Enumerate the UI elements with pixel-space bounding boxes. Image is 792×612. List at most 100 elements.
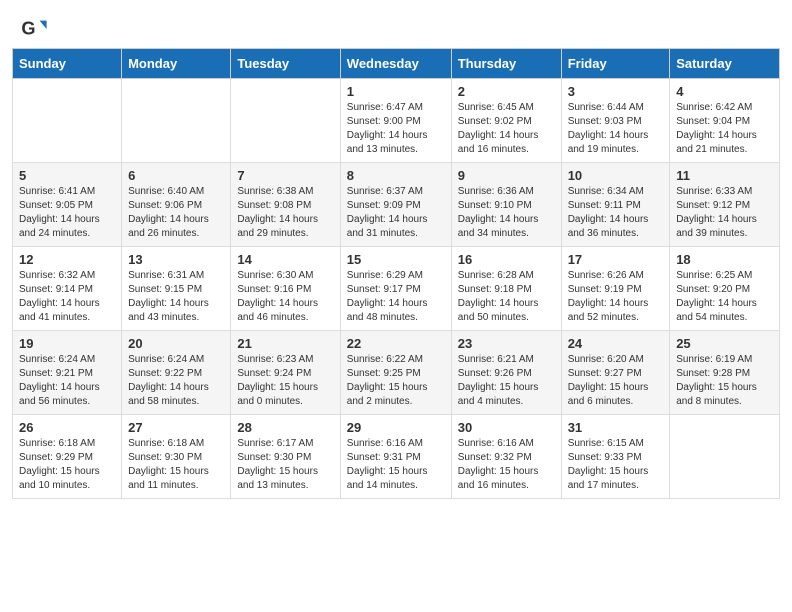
day-number: 22	[347, 336, 445, 351]
day-info: Sunrise: 6:19 AM Sunset: 9:28 PM Dayligh…	[676, 353, 773, 409]
day-info: Sunrise: 6:40 AM Sunset: 9:06 PM Dayligh…	[128, 185, 224, 241]
day-cell-3: 3Sunrise: 6:44 AM Sunset: 9:03 PM Daylig…	[561, 79, 670, 163]
day-cell-13: 13 Sunrise: 6:31 AM Sunset: 9:15 PM Dayli…	[122, 247, 231, 331]
day-info: Sunrise: 6:17 AM Sunset: 9:30 PM Dayligh…	[237, 437, 333, 493]
weekday-header-thursday: Thursday	[451, 49, 561, 79]
day-number: 5	[19, 168, 115, 183]
day-number: 19	[19, 336, 115, 351]
page-header: G	[0, 0, 792, 48]
day-number: 10	[568, 168, 664, 183]
weekday-header-saturday: Saturday	[670, 49, 780, 79]
empty-cell	[231, 79, 340, 163]
day-info: Sunrise: 6:41 AM Sunset: 9:05 PM Dayligh…	[19, 185, 115, 241]
day-info: Sunrise: 6:47 AM Sunset: 9:00 PM Dayligh…	[347, 101, 445, 157]
day-cell-1: 1 Sunrise: 6:47 AM Sunset: 9:00 PM Daylig…	[340, 79, 451, 163]
day-info: Sunrise: 6:33 AM Sunset: 9:12 PM Dayligh…	[676, 185, 773, 241]
day-number: 21	[237, 336, 333, 351]
week-row-5: 26 Sunrise: 6:18 AM Sunset: 9:29 PM Dayli…	[13, 415, 780, 499]
day-cell-28: 28 Sunrise: 6:17 AM Sunset: 9:30 PM Dayli…	[231, 415, 340, 499]
day-info: Sunrise: 6:26 AM Sunset: 9:19 PM Dayligh…	[568, 269, 664, 325]
day-number: 17	[568, 252, 664, 267]
weekday-header-wednesday: Wednesday	[340, 49, 451, 79]
day-info: Sunrise: 6:15 AM Sunset: 9:33 PM Dayligh…	[568, 437, 664, 493]
day-number: 8	[347, 168, 445, 183]
day-info: Sunrise: 6:18 AM Sunset: 9:29 PM Dayligh…	[19, 437, 115, 493]
day-info: Sunrise: 6:31 AM Sunset: 9:15 PM Dayligh…	[128, 269, 224, 325]
day-cell-20: 20 Sunrise: 6:24 AM Sunset: 9:22 PM Dayli…	[122, 331, 231, 415]
weekday-header-monday: Monday	[122, 49, 231, 79]
day-cell-24: 24Sunrise: 6:20 AM Sunset: 9:27 PM Dayli…	[561, 331, 670, 415]
empty-cell	[13, 79, 122, 163]
day-number: 2	[458, 84, 555, 99]
day-cell-7: 7Sunrise: 6:38 AM Sunset: 9:08 PM Daylig…	[231, 163, 340, 247]
day-number: 9	[458, 168, 555, 183]
day-cell-29: 29 Sunrise: 6:16 AM Sunset: 9:31 PM Dayli…	[340, 415, 451, 499]
day-info: Sunrise: 6:30 AM Sunset: 9:16 PM Dayligh…	[237, 269, 333, 325]
day-info: Sunrise: 6:24 AM Sunset: 9:21 PM Dayligh…	[19, 353, 115, 409]
day-number: 26	[19, 420, 115, 435]
day-number: 18	[676, 252, 773, 267]
day-cell-16: 16 Sunrise: 6:28 AM Sunset: 9:18 PM Dayli…	[451, 247, 561, 331]
week-row-1: 1 Sunrise: 6:47 AM Sunset: 9:00 PM Daylig…	[13, 79, 780, 163]
day-number: 23	[458, 336, 555, 351]
day-info: Sunrise: 6:29 AM Sunset: 9:17 PM Dayligh…	[347, 269, 445, 325]
day-info: Sunrise: 6:21 AM Sunset: 9:26 PM Dayligh…	[458, 353, 555, 409]
day-info: Sunrise: 6:18 AM Sunset: 9:30 PM Dayligh…	[128, 437, 224, 493]
day-info: Sunrise: 6:37 AM Sunset: 9:09 PM Dayligh…	[347, 185, 445, 241]
day-cell-11: 11 Sunrise: 6:33 AM Sunset: 9:12 PM Dayli…	[670, 163, 780, 247]
day-cell-22: 22 Sunrise: 6:22 AM Sunset: 9:25 PM Dayli…	[340, 331, 451, 415]
logo-icon: G	[20, 15, 48, 43]
day-cell-26: 26 Sunrise: 6:18 AM Sunset: 9:29 PM Dayli…	[13, 415, 122, 499]
day-info: Sunrise: 6:23 AM Sunset: 9:24 PM Dayligh…	[237, 353, 333, 409]
day-info: Sunrise: 6:16 AM Sunset: 9:32 PM Dayligh…	[458, 437, 555, 493]
day-cell-6: 6 Sunrise: 6:40 AM Sunset: 9:06 PM Daylig…	[122, 163, 231, 247]
day-cell-12: 12Sunrise: 6:32 AM Sunset: 9:14 PM Dayli…	[13, 247, 122, 331]
day-info: Sunrise: 6:28 AM Sunset: 9:18 PM Dayligh…	[458, 269, 555, 325]
day-number: 31	[568, 420, 664, 435]
day-info: Sunrise: 6:34 AM Sunset: 9:11 PM Dayligh…	[568, 185, 664, 241]
logo: G	[20, 15, 52, 43]
day-number: 20	[128, 336, 224, 351]
day-cell-8: 8 Sunrise: 6:37 AM Sunset: 9:09 PM Daylig…	[340, 163, 451, 247]
calendar-wrapper: SundayMondayTuesdayWednesdayThursdayFrid…	[0, 48, 792, 511]
week-row-4: 19 Sunrise: 6:24 AM Sunset: 9:21 PM Dayli…	[13, 331, 780, 415]
day-number: 13	[128, 252, 224, 267]
day-cell-9: 9 Sunrise: 6:36 AM Sunset: 9:10 PM Daylig…	[451, 163, 561, 247]
weekday-header-row: SundayMondayTuesdayWednesdayThursdayFrid…	[13, 49, 780, 79]
weekday-header-sunday: Sunday	[13, 49, 122, 79]
day-info: Sunrise: 6:22 AM Sunset: 9:25 PM Dayligh…	[347, 353, 445, 409]
day-cell-23: 23 Sunrise: 6:21 AM Sunset: 9:26 PM Dayli…	[451, 331, 561, 415]
week-row-3: 12Sunrise: 6:32 AM Sunset: 9:14 PM Dayli…	[13, 247, 780, 331]
svg-text:G: G	[21, 19, 35, 39]
day-number: 27	[128, 420, 224, 435]
day-cell-5: 5 Sunrise: 6:41 AM Sunset: 9:05 PM Daylig…	[13, 163, 122, 247]
day-info: Sunrise: 6:38 AM Sunset: 9:08 PM Dayligh…	[237, 185, 333, 241]
day-cell-21: 21 Sunrise: 6:23 AM Sunset: 9:24 PM Dayli…	[231, 331, 340, 415]
day-info: Sunrise: 6:20 AM Sunset: 9:27 PM Dayligh…	[568, 353, 664, 409]
day-cell-19: 19 Sunrise: 6:24 AM Sunset: 9:21 PM Dayli…	[13, 331, 122, 415]
day-number: 3	[568, 84, 664, 99]
day-number: 30	[458, 420, 555, 435]
day-number: 25	[676, 336, 773, 351]
day-cell-27: 27 Sunrise: 6:18 AM Sunset: 9:30 PM Dayli…	[122, 415, 231, 499]
day-info: Sunrise: 6:45 AM Sunset: 9:02 PM Dayligh…	[458, 101, 555, 157]
weekday-header-tuesday: Tuesday	[231, 49, 340, 79]
empty-cell	[122, 79, 231, 163]
day-number: 1	[347, 84, 445, 99]
calendar-table: SundayMondayTuesdayWednesdayThursdayFrid…	[12, 48, 780, 499]
day-info: Sunrise: 6:16 AM Sunset: 9:31 PM Dayligh…	[347, 437, 445, 493]
day-info: Sunrise: 6:25 AM Sunset: 9:20 PM Dayligh…	[676, 269, 773, 325]
day-number: 16	[458, 252, 555, 267]
day-cell-15: 15Sunrise: 6:29 AM Sunset: 9:17 PM Dayli…	[340, 247, 451, 331]
day-number: 29	[347, 420, 445, 435]
day-info: Sunrise: 6:36 AM Sunset: 9:10 PM Dayligh…	[458, 185, 555, 241]
day-number: 6	[128, 168, 224, 183]
day-cell-18: 18 Sunrise: 6:25 AM Sunset: 9:20 PM Dayli…	[670, 247, 780, 331]
empty-cell	[670, 415, 780, 499]
day-number: 11	[676, 168, 773, 183]
day-number: 28	[237, 420, 333, 435]
day-cell-31: 31 Sunrise: 6:15 AM Sunset: 9:33 PM Dayli…	[561, 415, 670, 499]
day-number: 4	[676, 84, 773, 99]
day-info: Sunrise: 6:24 AM Sunset: 9:22 PM Dayligh…	[128, 353, 224, 409]
day-number: 12	[19, 252, 115, 267]
